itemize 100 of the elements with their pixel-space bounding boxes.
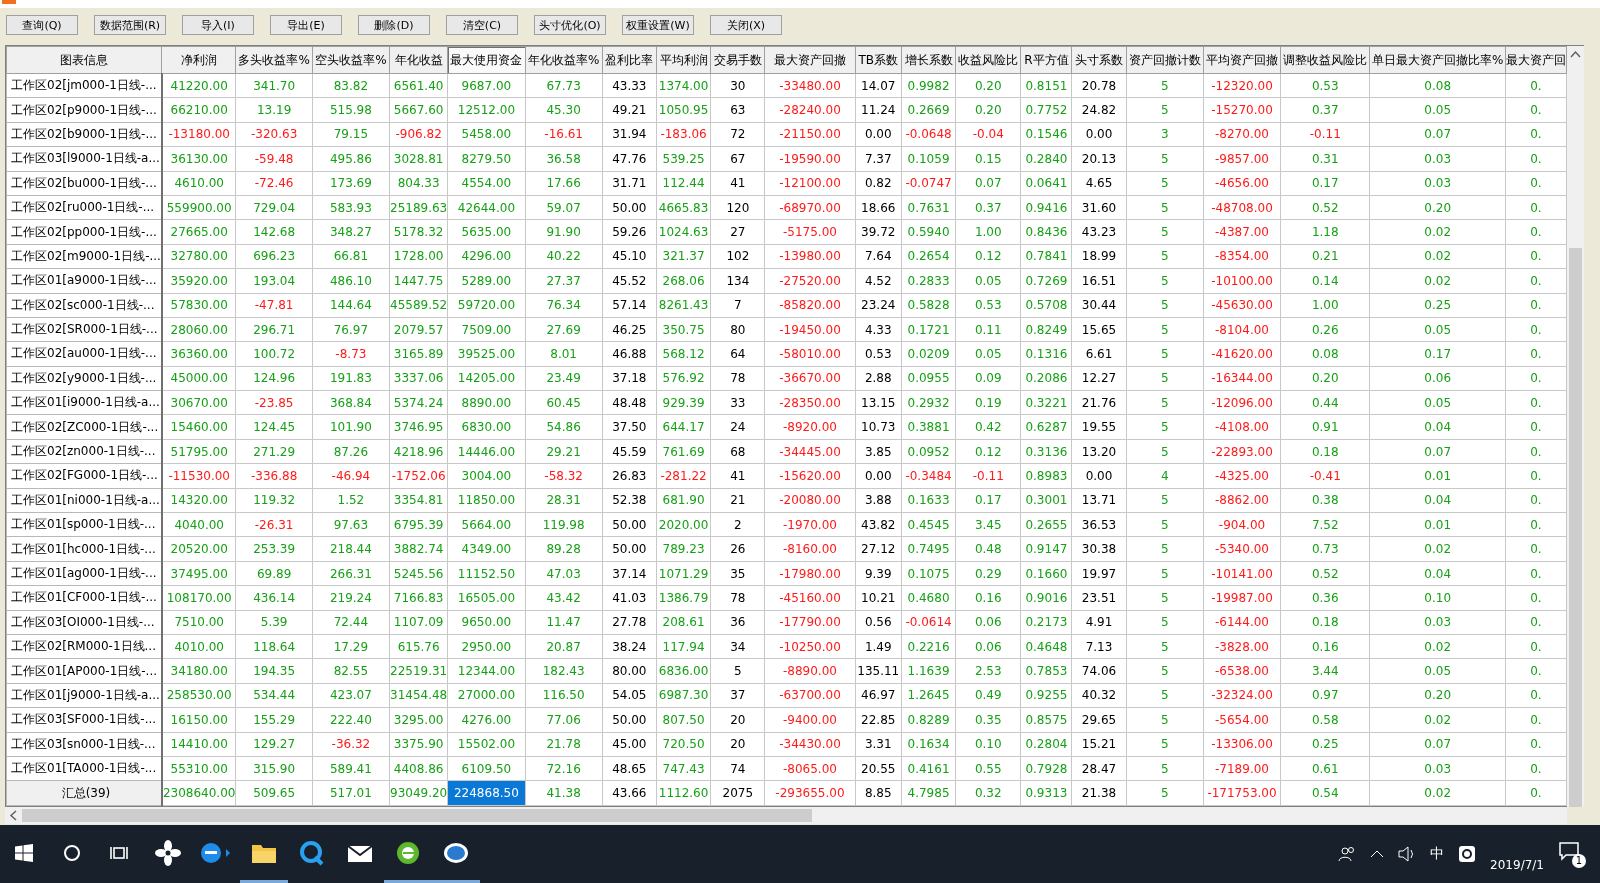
toolbar-button[interactable]: 清空(C): [446, 15, 518, 35]
toolbar-button[interactable]: 删除(D): [358, 15, 430, 35]
total-cell[interactable]: 509.65: [235, 780, 313, 806]
row-header[interactable]: 工作区01[j9000-1日线-a...: [6, 683, 162, 708]
column-header[interactable]: 交易手数: [710, 46, 765, 74]
row-header[interactable]: 工作区01[ni000-1日线-a...: [6, 488, 162, 513]
total-cell[interactable]: 41.38: [525, 780, 603, 806]
column-header[interactable]: 单日最大资产回撤比率%: [1369, 46, 1506, 74]
vertical-scrollbar[interactable]: [1567, 45, 1584, 807]
column-header[interactable]: 盈利比率: [602, 46, 657, 74]
row-header[interactable]: 工作区02[jm000-1日线-...: [6, 73, 162, 98]
column-header[interactable]: 空头收益率%: [312, 46, 390, 74]
column-header[interactable]: 图表信息: [6, 46, 162, 74]
row-header[interactable]: 工作区03[SF000-1日线-...: [6, 707, 162, 733]
total-cell[interactable]: 0.54: [1280, 780, 1370, 806]
scrollbar-thumb[interactable]: [22, 809, 812, 822]
column-header[interactable]: 平均资产回撤: [1203, 46, 1281, 74]
column-header[interactable]: 调整收益风险比: [1280, 46, 1370, 74]
total-cell[interactable]: 0.9313: [1020, 780, 1072, 806]
toolbar-button[interactable]: 导入(I): [182, 15, 254, 35]
row-header[interactable]: 工作区01[i9000-1日线-a...: [6, 390, 162, 415]
row-header[interactable]: 工作区02[ru000-1日线-...: [6, 195, 162, 220]
row-header[interactable]: 工作区01[hc000-1日线-...: [6, 536, 162, 562]
table-cell: 4218.96: [389, 439, 448, 464]
total-cell[interactable]: 517.01: [312, 780, 390, 806]
table-cell: 6.61: [1071, 341, 1127, 367]
total-cell[interactable]: 43.66: [602, 780, 657, 806]
scrollbar-thumb[interactable]: [1569, 248, 1582, 807]
column-header[interactable]: 年化收益率%: [525, 46, 603, 74]
table-cell: 36.53: [1071, 512, 1127, 537]
table-cell: 5: [1126, 317, 1204, 342]
toolbar-button[interactable]: 数据范围(R): [94, 15, 166, 35]
table-cell: 23.24: [855, 293, 902, 318]
column-header[interactable]: TB系数: [855, 46, 902, 74]
toolbar-button[interactable]: 查询(Q): [6, 15, 78, 35]
row-header[interactable]: 工作区02[zn000-1日线-...: [6, 439, 162, 464]
row-header[interactable]: 工作区02[bu000-1日线-...: [6, 171, 162, 196]
total-cell[interactable]: 0.02: [1369, 780, 1506, 806]
column-header[interactable]: 最大资产回: [1505, 46, 1567, 74]
total-cell[interactable]: 2075: [710, 780, 765, 806]
date-text[interactable]: 2019/7/1: [1490, 858, 1544, 872]
q-tray-icon[interactable]: [1458, 845, 1477, 863]
row-header[interactable]: 工作区02[SR000-1日线-...: [6, 317, 162, 342]
row-header[interactable]: 工作区02[y9000-1日线-...: [6, 366, 162, 391]
column-header[interactable]: 平均利润: [656, 46, 711, 74]
table-cell: 0.: [1505, 658, 1567, 684]
total-cell[interactable]: 2308640.00: [161, 780, 236, 806]
row-header[interactable]: 工作区02[au000-1日线-...: [6, 341, 162, 367]
table-cell: 696.23: [235, 244, 313, 269]
row-header[interactable]: 工作区02[ZC000-1日线-...: [6, 414, 162, 440]
row-header[interactable]: 工作区03[sn000-1日线-...: [6, 732, 162, 757]
column-header[interactable]: 年化收益: [389, 46, 448, 74]
table-cell: 0.9982: [901, 73, 956, 98]
total-cell[interactable]: 1112.60: [656, 780, 711, 806]
total-cell[interactable]: 0.32: [955, 780, 1021, 806]
toolbar-button[interactable]: 权重设置(W): [622, 15, 694, 35]
column-header[interactable]: 头寸系数: [1071, 46, 1127, 74]
table-cell: 0.03: [1369, 146, 1506, 172]
chevron-up-icon[interactable]: [1370, 849, 1385, 859]
row-header[interactable]: 工作区01[CF000-1日线-...: [6, 585, 162, 611]
toolbar-button[interactable]: 头寸优化(O): [534, 15, 606, 35]
total-cell[interactable]: 8.85: [855, 780, 902, 806]
total-cell[interactable]: 21.38: [1071, 780, 1127, 806]
total-cell[interactable]: -171753.00: [1203, 780, 1281, 806]
column-header[interactable]: 资产回撤计数: [1126, 46, 1204, 74]
row-header[interactable]: 工作区01[AP000-1日线-...: [6, 658, 162, 684]
total-cell[interactable]: 0.: [1505, 780, 1567, 806]
row-header[interactable]: 工作区02[sc000-1日线-...: [6, 293, 162, 318]
row-header[interactable]: 工作区01[TA000-1日线-...: [6, 756, 162, 781]
row-header[interactable]: 工作区02[FG000-1日线-...: [6, 463, 162, 489]
total-cell[interactable]: 93049.20: [389, 780, 448, 806]
row-header[interactable]: 工作区02[m9000-1日线-...: [6, 244, 162, 269]
column-header[interactable]: 最大使用资金: [447, 46, 526, 74]
row-header[interactable]: 工作区02[p9000-1日线-...: [6, 97, 162, 123]
toolbar-button[interactable]: 导出(E): [270, 15, 342, 35]
row-header[interactable]: 工作区03[OI000-1日线-...: [6, 610, 162, 635]
people-icon[interactable]: [1338, 845, 1357, 863]
row-header[interactable]: 工作区01[ag000-1日线-...: [6, 561, 162, 586]
column-header[interactable]: 最大资产回撤: [764, 46, 856, 74]
table-cell: 13.15: [855, 390, 902, 415]
input-method-indicator[interactable]: 中: [1430, 845, 1445, 863]
table-cell: 5: [1126, 341, 1204, 367]
row-header[interactable]: 工作区02[pp000-1日线-...: [6, 219, 162, 245]
row-header[interactable]: 工作区03[l9000-1日线-a...: [6, 146, 162, 172]
row-header[interactable]: 工作区02[b9000-1日线-...: [6, 122, 162, 147]
total-cell[interactable]: -293655.00: [764, 780, 856, 806]
table-cell: -15270.00: [1203, 97, 1281, 123]
column-header[interactable]: 净利润: [161, 46, 236, 74]
toolbar-button[interactable]: 关闭(X): [710, 15, 782, 35]
total-cell[interactable]: 4.7985: [901, 780, 956, 806]
row-header[interactable]: 工作区01[a9000-1日线-...: [6, 268, 162, 293]
column-header[interactable]: R平方值: [1020, 46, 1072, 74]
horizontal-scrollbar[interactable]: [5, 807, 1567, 824]
row-header[interactable]: 工作区01[sp000-1日线-...: [6, 512, 162, 537]
row-header[interactable]: 工作区02[RM000-1日线...: [6, 634, 162, 659]
column-header[interactable]: 多头收益率%: [235, 46, 313, 74]
column-header[interactable]: 收益风险比: [955, 46, 1021, 74]
total-cell[interactable]: 5: [1126, 780, 1204, 806]
column-header[interactable]: 增长系数: [901, 46, 956, 74]
table-cell: 0.10: [1369, 585, 1506, 611]
